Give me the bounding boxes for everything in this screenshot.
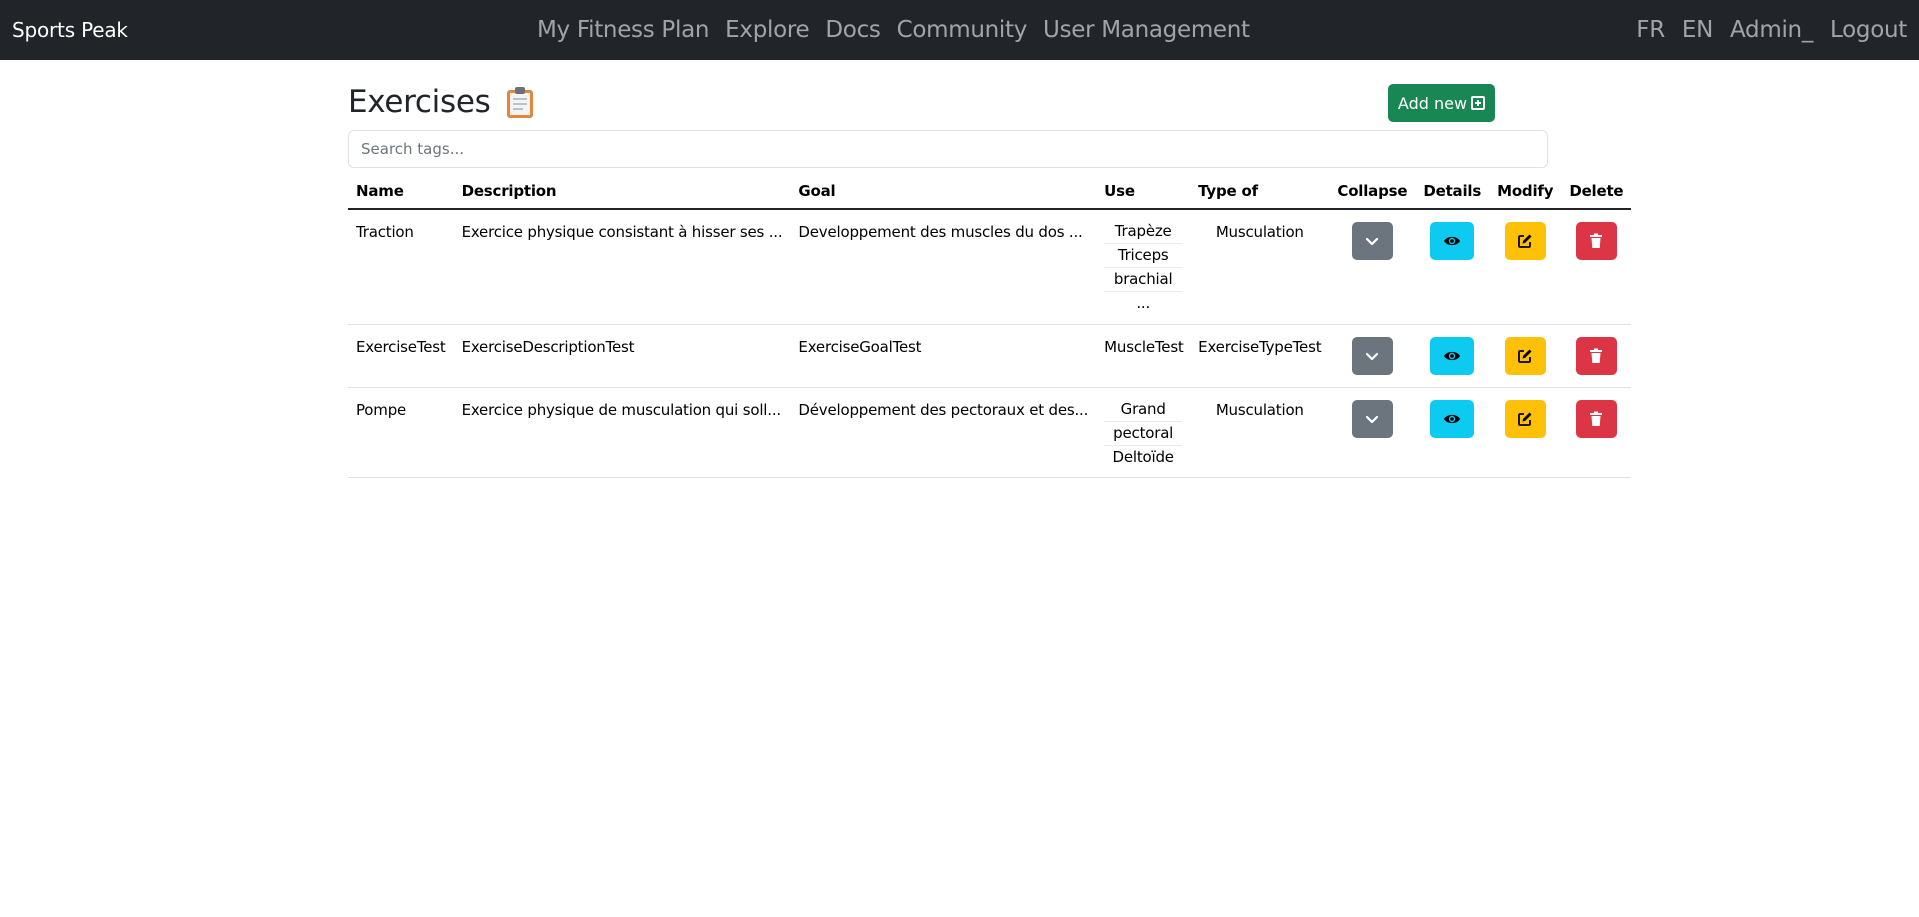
exercise-description: ExerciseDescriptionTest [453, 324, 791, 388]
col-modify-header: Modify [1489, 174, 1562, 210]
use-item: MuscleTest [1104, 337, 1184, 356]
chevron-down-icon [1366, 415, 1379, 423]
clipboard-icon [504, 85, 536, 119]
exercise-goal: Developpement des muscles du dos ... [790, 209, 1097, 325]
pencil-square-icon [1518, 412, 1532, 426]
col-goal-header: Goal [790, 174, 1097, 210]
details-cell [1415, 324, 1490, 388]
use-list: Grand pectoral Deltoïde [1104, 398, 1183, 469]
eye-icon [1444, 351, 1461, 360]
use-item: Grand [1104, 398, 1183, 422]
chevron-down-icon [1366, 237, 1379, 246]
exercise-use: Trapèze Triceps brachial ... [1096, 209, 1191, 325]
eye-icon [1444, 236, 1461, 246]
use-list: MuscleTest [1104, 337, 1184, 356]
exercise-type: ExerciseTypeTest [1190, 324, 1330, 388]
collapse-cell [1329, 209, 1416, 325]
exercise-use: MuscleTest [1096, 324, 1191, 388]
trash-icon [1590, 411, 1603, 426]
table-header-row: Name Description Goal Use Type of Collap… [348, 174, 1632, 210]
table-row: Pompe Exercice physique de musculation q… [348, 387, 1632, 478]
exercise-name: Traction [348, 209, 454, 325]
exercise-goal: Développement des pectoraux et des... [790, 387, 1097, 478]
user-menu-link[interactable]: Admin_ [1730, 17, 1813, 43]
exercise-use: Grand pectoral Deltoïde [1096, 387, 1191, 478]
details-button[interactable] [1430, 336, 1475, 375]
delete-cell [1561, 209, 1632, 325]
plus-square-icon [1471, 96, 1486, 110]
col-delete-header: Delete [1561, 174, 1632, 210]
col-type-header: Type of [1190, 174, 1330, 210]
add-new-label: Add new [1397, 93, 1468, 113]
delete-button[interactable] [1575, 222, 1617, 260]
use-item: Trapèze [1104, 220, 1183, 244]
eye-icon [1444, 414, 1461, 423]
modify-button[interactable] [1504, 222, 1546, 260]
nav-user-management[interactable]: User Management [1043, 17, 1250, 43]
details-cell [1415, 209, 1490, 325]
col-name-header: Name [348, 174, 454, 210]
collapse-button[interactable] [1351, 399, 1393, 438]
trash-icon [1590, 348, 1603, 363]
details-button[interactable] [1430, 399, 1475, 438]
collapse-button[interactable] [1351, 222, 1393, 260]
col-use-header: Use [1096, 174, 1191, 210]
delete-button[interactable] [1575, 336, 1617, 375]
collapse-button[interactable] [1351, 336, 1393, 375]
lang-fr-link[interactable]: FR [1636, 17, 1665, 43]
add-new-button[interactable]: Add new [1388, 84, 1495, 122]
main-nav: My Fitness Plan Explore Docs Community U… [537, 0, 1266, 60]
trash-icon [1590, 233, 1603, 248]
brand-link[interactable]: Sports Peak [12, 0, 128, 60]
delete-cell [1561, 387, 1632, 478]
pencil-square-icon [1518, 234, 1532, 248]
use-item: brachial [1104, 268, 1183, 292]
collapse-cell [1329, 387, 1416, 478]
table-row: Traction Exercice physique consistant à … [348, 209, 1632, 325]
col-collapse-header: Collapse [1329, 174, 1416, 210]
exercise-type: Musculation [1190, 209, 1330, 325]
details-cell [1415, 387, 1490, 478]
exercises-table: Name Description Goal Use Type of Collap… [348, 174, 1632, 478]
use-item: Deltoïde [1112, 447, 1175, 466]
collapse-cell [1329, 324, 1416, 388]
nav-explore[interactable]: Explore [725, 17, 810, 43]
page-title-row: Exercises [348, 84, 536, 120]
chevron-down-icon [1366, 352, 1379, 360]
exercise-type: Musculation [1190, 387, 1330, 478]
modify-button[interactable] [1504, 336, 1546, 375]
logout-link[interactable]: Logout [1830, 17, 1907, 43]
exercise-goal: ExerciseGoalTest [790, 324, 1097, 388]
page-title: Exercises [348, 84, 491, 120]
nav-my-fitness-plan[interactable]: My Fitness Plan [537, 17, 709, 43]
modify-cell [1489, 324, 1562, 388]
top-navbar: Sports Peak My Fitness Plan Explore Docs… [0, 0, 1919, 60]
use-item: Triceps [1104, 244, 1183, 268]
user-nav: FR EN Admin_ Logout [1619, 0, 1907, 60]
modify-button[interactable] [1504, 399, 1546, 438]
delete-cell [1561, 324, 1632, 388]
pencil-square-icon [1518, 349, 1532, 363]
nav-community[interactable]: Community [897, 17, 1028, 43]
delete-button[interactable] [1575, 399, 1617, 438]
use-item: ... [1136, 294, 1151, 312]
details-button[interactable] [1430, 222, 1475, 260]
modify-cell [1489, 209, 1562, 325]
use-item: pectoral [1104, 422, 1183, 446]
nav-docs[interactable]: Docs [825, 17, 881, 43]
search-tags-input[interactable] [348, 130, 1548, 168]
lang-en-link[interactable]: EN [1682, 17, 1713, 43]
table-row: ExerciseTest ExerciseDescriptionTest Exe… [348, 324, 1632, 388]
exercise-description: Exercice physique de musculation qui sol… [453, 387, 791, 478]
exercise-name: Pompe [348, 387, 454, 478]
exercise-name: ExerciseTest [348, 324, 454, 388]
exercise-description: Exercice physique consistant à hisser se… [453, 209, 791, 325]
col-description-header: Description [453, 174, 791, 210]
col-details-header: Details [1415, 174, 1490, 210]
use-list: Trapèze Triceps brachial ... [1104, 220, 1183, 315]
modify-cell [1489, 387, 1562, 478]
